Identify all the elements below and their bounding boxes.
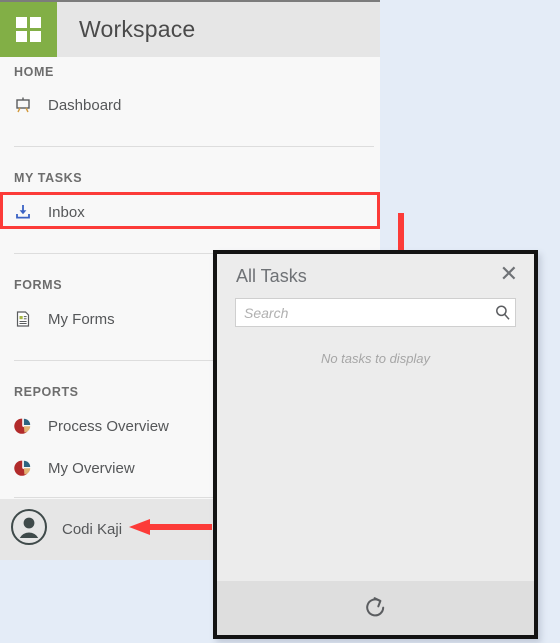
empty-state-message: No tasks to display bbox=[320, 351, 431, 366]
nav-section-forms-label: FORMS bbox=[14, 278, 63, 292]
dialog-body: No tasks to display bbox=[217, 327, 534, 581]
sidebar-item-dashboard[interactable]: Dashboard bbox=[0, 90, 380, 120]
pie-chart-icon bbox=[14, 459, 40, 477]
search-field-wrapper[interactable] bbox=[235, 298, 516, 327]
nav-section-my-tasks-label: MY TASKS bbox=[14, 171, 83, 185]
all-tasks-dialog: All Tasks ✕ No tasks to display bbox=[213, 250, 538, 639]
search-input[interactable] bbox=[236, 304, 489, 321]
sidebar-item-label: My Forms bbox=[48, 310, 115, 328]
refresh-icon[interactable] bbox=[361, 593, 391, 623]
sidebar-item-label: Dashboard bbox=[48, 96, 122, 114]
app-header: Workspace bbox=[0, 0, 380, 57]
dialog-title: All Tasks bbox=[236, 265, 307, 286]
nav-section-reports-label: REPORTS bbox=[14, 385, 79, 399]
sidebar-item-label: My Overview bbox=[48, 459, 135, 477]
dialog-header: All Tasks ✕ bbox=[217, 254, 534, 298]
user-avatar-icon bbox=[10, 508, 48, 551]
inbox-tray-icon bbox=[14, 203, 40, 221]
nav-section-home-label: HOME bbox=[14, 65, 54, 79]
dialog-footer bbox=[217, 581, 534, 635]
sidebar-item-label: Process Overview bbox=[48, 417, 169, 435]
sidebar-divider bbox=[14, 146, 374, 147]
arrow-left-to-user-annotation bbox=[129, 519, 212, 535]
page-title: Workspace bbox=[79, 16, 196, 42]
four-squares-logo-icon bbox=[0, 2, 57, 57]
sidebar-item-label: Inbox bbox=[48, 203, 85, 221]
pie-chart-icon bbox=[14, 417, 40, 435]
presentation-board-icon bbox=[14, 96, 40, 114]
search-icon[interactable] bbox=[489, 304, 515, 321]
sidebar-item-inbox[interactable]: Inbox bbox=[0, 197, 380, 227]
user-name-label: Codi Kaji bbox=[62, 521, 123, 538]
close-icon[interactable]: ✕ bbox=[498, 263, 520, 289]
form-document-icon bbox=[14, 310, 40, 328]
